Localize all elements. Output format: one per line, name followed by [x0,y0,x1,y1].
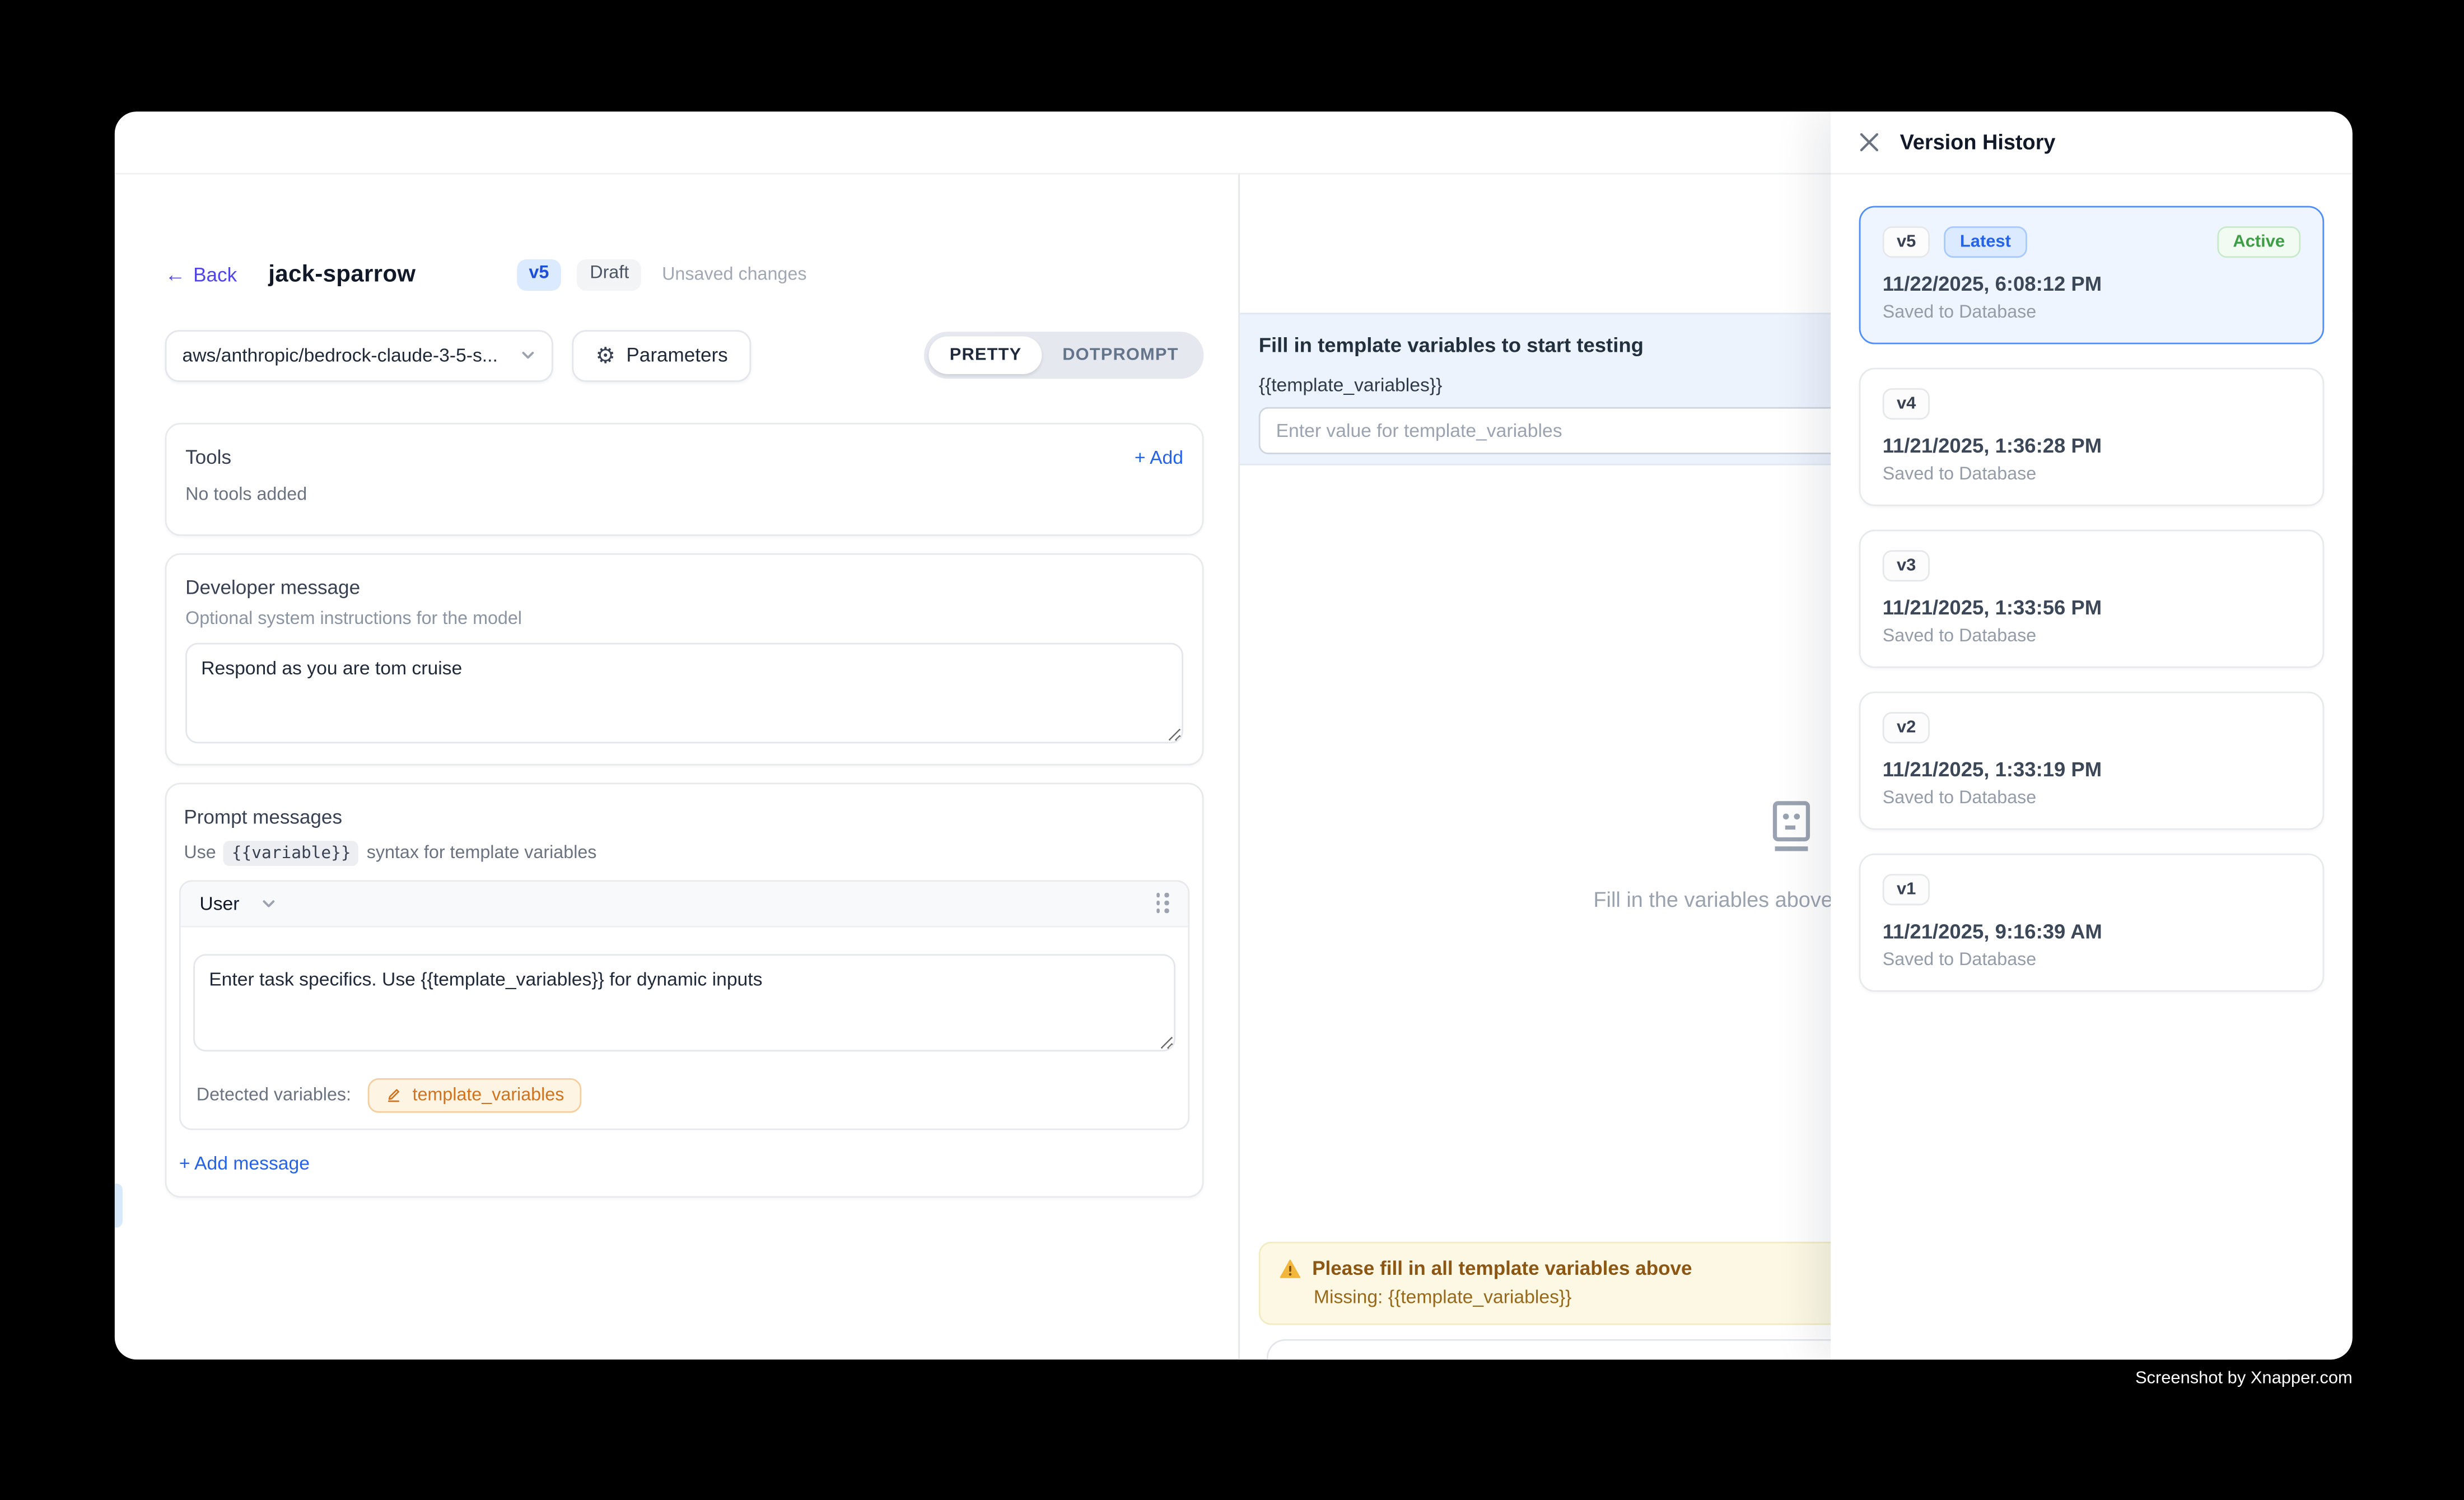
tools-section: Tools + Add No tools added [165,422,1204,535]
toggle-option-dotprompt[interactable]: DOTPROMPT [1042,337,1199,374]
prompt-messages-title: Prompt messages [184,805,1184,827]
version-card-v5[interactable]: v5 Latest Active 11/22/2025, 6:08:12 PM Save… [1859,206,2325,344]
format-toggle: PRETTY DOTPROMPT [925,332,1204,379]
version-timestamp: 11/22/2025, 6:08:12 PM [1883,272,2300,295]
version-number-badge: v5 [1883,226,1930,258]
hint-suffix: syntax for template variables [367,843,597,862]
warning-icon [1279,1258,1301,1278]
app-window: ← Back jack-sparrow v5 Draft Unsaved cha… [115,111,2353,1359]
version-card-v1[interactable]: v1 11/21/2025, 9:16:39 AM Saved to Databas… [1859,854,2325,992]
chevron-down-icon [520,347,536,363]
watermark-text: Screenshot by Xnapper.com [2135,1369,2353,1388]
detected-variable-pill[interactable]: template_variables [368,1078,581,1112]
back-label: Back [193,264,237,286]
prompt-editor-pane: ← Back jack-sparrow v5 Draft Unsaved cha… [165,174,1204,1196]
version-status: Saved to Database [1883,304,2300,323]
version-card-v4[interactable]: v4 11/21/2025, 1:36:28 PM Saved to Databas… [1859,368,2325,506]
version-timestamp: 11/21/2025, 1:33:19 PM [1883,758,2300,781]
version-history-title: Version History [1900,131,2056,154]
version-number-badge: v1 [1883,874,1930,905]
left-edge-tab[interactable] [115,1184,123,1228]
version-history-panel: Version History v5 Latest Active 11/22/2025… [1831,111,2353,1359]
model-select-value: aws/anthropic/bedrock-claude-3-5-s... [183,344,520,366]
version-status: Saved to Database [1883,951,2300,970]
model-select[interactable]: aws/anthropic/bedrock-claude-3-5-s... [165,329,553,381]
tools-empty-text: No tools added [185,485,1183,504]
add-message-button[interactable]: + Add message [179,1151,1189,1173]
version-status: Saved to Database [1883,789,2300,808]
latest-badge: Latest [1944,226,2027,258]
page-title: jack-sparrow [268,262,416,288]
developer-message-title: Developer message [185,576,1183,598]
warning-title: Please fill in all template variables ab… [1312,1257,1692,1279]
version-card-v2[interactable]: v2 11/21/2025, 1:33:19 PM Saved to Databas… [1859,692,2325,830]
version-history-header: Version History [1831,111,2353,174]
developer-message-section: Developer message Optional system instru… [165,552,1204,765]
message-role-header[interactable]: User [181,881,1188,926]
tools-title: Tools [185,446,231,468]
prompt-message-block: User Enter task specifics. Use {{templat… [179,879,1189,1129]
detected-variable-name: template_variables [412,1086,564,1105]
variable-syntax-chip: {{variable}} [224,840,359,865]
hint-prefix: Use [184,843,216,862]
close-icon[interactable] [1859,132,1879,152]
pencil-icon [386,1086,403,1103]
version-number-badge: v4 [1883,388,1930,420]
version-status: Saved to Database [1883,465,2300,485]
version-timestamp: 11/21/2025, 1:36:28 PM [1883,434,2300,457]
message-content-textarea[interactable]: Enter task specifics. Use {{template_var… [193,953,1175,1051]
title-row: ← Back jack-sparrow v5 Draft Unsaved cha… [165,259,1204,290]
bot-icon [1768,800,1815,853]
back-button[interactable]: ← Back [165,264,237,286]
parameters-button[interactable]: ⚙ Parameters [572,329,751,381]
version-list: v5 Latest Active 11/22/2025, 6:08:12 PM Save… [1831,174,2353,991]
unsaved-changes-text: Unsaved changes [662,265,806,285]
detected-variables-label: Detected variables: [197,1086,351,1105]
message-role-value: User [199,892,239,914]
model-toolbar: aws/anthropic/bedrock-claude-3-5-s... ⚙ … [165,329,1204,381]
draft-status-badge: Draft [577,259,642,290]
add-tool-button[interactable]: + Add [1135,446,1183,468]
active-badge: Active [2217,226,2300,258]
prompt-messages-section: Prompt messages Use {{variable}} syntax … [165,782,1204,1197]
detected-variables-row: Detected variables: template_variables [181,1063,1188,1128]
version-badge: v5 [516,259,562,290]
drag-handle-icon[interactable] [1156,893,1169,913]
back-arrow-icon: ← [165,264,185,285]
gear-icon: ⚙ [596,344,615,366]
chevron-down-icon [262,895,277,911]
parameters-label: Parameters [626,344,727,366]
version-card-v3[interactable]: v3 11/21/2025, 1:33:56 PM Saved to Databas… [1859,530,2325,668]
version-number-badge: v2 [1883,712,1930,743]
developer-message-textarea[interactable]: Respond as you are tom cruise [185,642,1183,743]
version-status: Saved to Database [1883,627,2300,646]
version-timestamp: 11/21/2025, 9:16:39 AM [1883,920,2300,943]
screenshot-stage: ← Back jack-sparrow v5 Draft Unsaved cha… [0,0,2464,1500]
developer-message-subtitle: Optional system instructions for the mod… [185,609,1183,628]
toggle-option-pretty[interactable]: PRETTY [929,337,1042,374]
version-timestamp: 11/21/2025, 1:33:56 PM [1883,596,2300,619]
prompt-messages-hint: Use {{variable}} syntax for template var… [184,840,1184,865]
version-number-badge: v3 [1883,550,1930,581]
